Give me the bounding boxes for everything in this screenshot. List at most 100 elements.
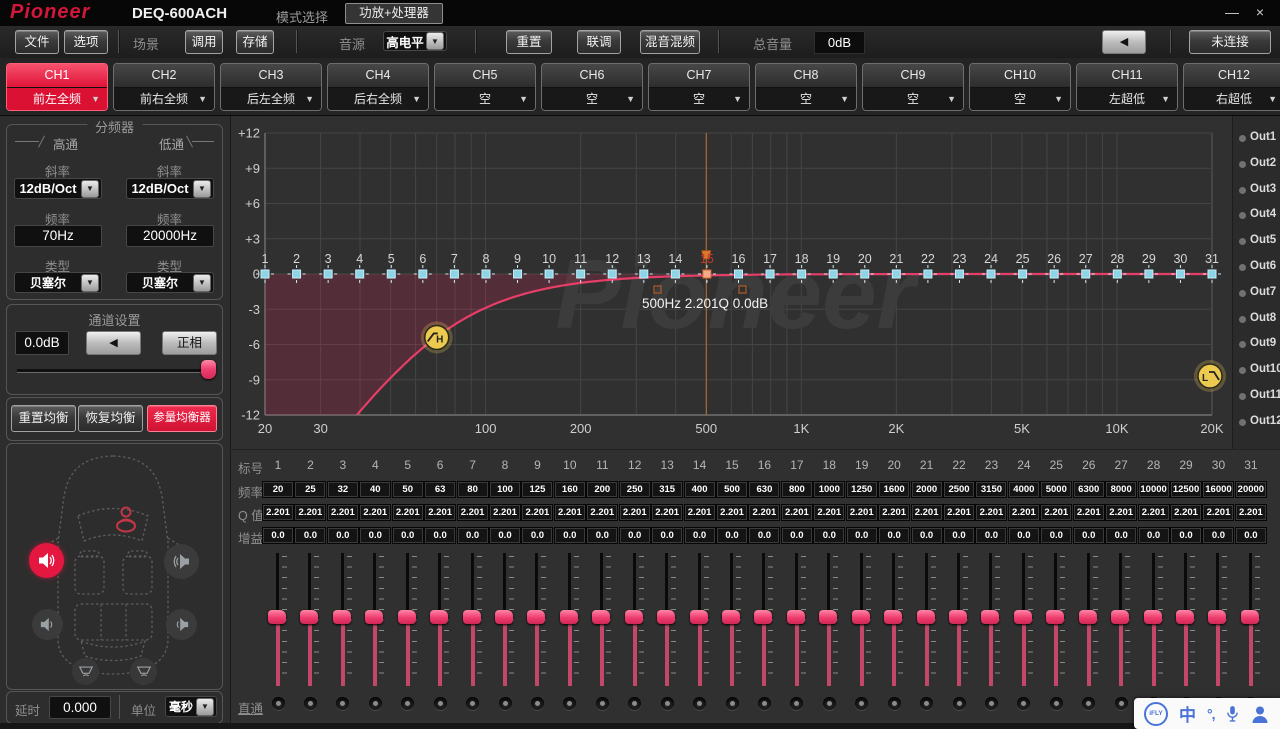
band-30-freq-value[interactable]: 16000 [1202, 481, 1235, 498]
band-25-bypass-toggle[interactable] [1049, 697, 1063, 710]
band-1-bypass-toggle[interactable] [271, 697, 285, 710]
band-18-freq-value[interactable]: 1000 [813, 481, 846, 498]
band-7-gain-value[interactable]: 0.0 [456, 527, 489, 544]
fader-knob[interactable] [1240, 610, 1259, 624]
band-11-freq-value[interactable]: 200 [586, 481, 619, 498]
band-18-gain-value[interactable]: 0.0 [813, 527, 846, 544]
band-27-gain-value[interactable]: 0.0 [1105, 527, 1138, 544]
microphone-icon[interactable] [1226, 705, 1239, 723]
band-12-q-value[interactable]: 2.201 [618, 504, 651, 521]
fader-knob[interactable] [981, 610, 1000, 624]
band-13-freq-value[interactable]: 315 [651, 481, 684, 498]
channel-tab-ch4[interactable]: CH4 后右全频 ▼ [327, 63, 429, 111]
band-30-gain-value[interactable]: 0.0 [1202, 527, 1235, 544]
band-8-fader[interactable] [493, 553, 517, 686]
band-5-bypass-toggle[interactable] [401, 697, 415, 710]
channel-tab-ch2[interactable]: CH2 前右全频 ▼ [113, 63, 215, 111]
band-9-fader[interactable] [525, 553, 549, 686]
band-17-fader[interactable] [785, 553, 809, 686]
band-3-freq-value[interactable]: 32 [326, 481, 359, 498]
band-15-q-value[interactable]: 2.201 [716, 504, 749, 521]
band-28-gain-value[interactable]: 0.0 [1137, 527, 1170, 544]
band-11-q-value[interactable]: 2.201 [586, 504, 619, 521]
hp-slope-dropdown[interactable]: 12dB/Oct ▼ [14, 178, 102, 199]
band-30-q-value[interactable]: 2.201 [1202, 504, 1235, 521]
band-25-fader[interactable] [1044, 553, 1068, 686]
band-26-bypass-toggle[interactable] [1082, 697, 1096, 710]
band-8-freq-value[interactable]: 100 [489, 481, 521, 498]
band-31-freq-value[interactable]: 20000 [1234, 481, 1267, 498]
band-11-fader[interactable] [590, 553, 614, 686]
band-12-bypass-toggle[interactable] [628, 697, 642, 710]
fader-knob[interactable] [332, 610, 351, 624]
band-19-bypass-toggle[interactable] [855, 697, 869, 710]
band-20-freq-value[interactable]: 1600 [878, 481, 911, 498]
fader-knob[interactable] [949, 610, 968, 624]
link-tune-button[interactable]: 联调 [577, 30, 621, 54]
channel-tab-ch8[interactable]: CH8 空 ▼ [755, 63, 857, 111]
fader-knob[interactable] [657, 610, 676, 624]
fader-knob[interactable] [722, 610, 741, 624]
band-12-gain-value[interactable]: 0.0 [618, 527, 651, 544]
band-6-bypass-toggle[interactable] [433, 697, 447, 710]
band-5-fader[interactable] [396, 553, 420, 686]
eq-response-graph[interactable]: Pioneer1 2 3 4 5 6 7 8 9 10 11 12 13 14 15 16 17 18 19 20 21… [230, 116, 1232, 449]
subwoofer-right-button[interactable] [130, 658, 157, 685]
fader-knob[interactable] [1176, 610, 1195, 624]
ime-punctuation-toggle[interactable]: °, [1207, 706, 1215, 722]
band-21-gain-value[interactable]: 0.0 [910, 527, 943, 544]
lowpass-handle[interactable]: L [1194, 360, 1226, 392]
eq-band-point-17[interactable] [765, 269, 775, 279]
eq-band-point-12[interactable] [607, 269, 617, 279]
band-19-gain-value[interactable]: 0.0 [845, 527, 878, 544]
band-16-freq-value[interactable]: 630 [748, 481, 781, 498]
phase-button[interactable]: 正相 [162, 331, 217, 355]
band-22-gain-value[interactable]: 0.0 [943, 527, 976, 544]
eq-band-point-23[interactable] [954, 269, 964, 279]
connect-button[interactable]: 未连接 [1189, 30, 1271, 54]
fader-knob[interactable] [754, 610, 773, 624]
band-1-gain-value[interactable]: 0.0 [262, 527, 294, 544]
band-19-freq-value[interactable]: 1250 [845, 481, 878, 498]
band-29-q-value[interactable]: 2.201 [1170, 504, 1203, 521]
band-16-q-value[interactable]: 2.201 [748, 504, 781, 521]
eq-band-point-2[interactable] [292, 269, 302, 279]
band-14-freq-value[interactable]: 400 [683, 481, 716, 498]
band-21-q-value[interactable]: 2.201 [910, 504, 943, 521]
close-icon[interactable]: × [1250, 4, 1270, 20]
band-13-fader[interactable] [655, 553, 679, 686]
channel-role-dropdown[interactable]: 后左全频 ▼ [221, 88, 321, 110]
band-24-q-value[interactable]: 2.201 [1007, 504, 1040, 521]
channel-level-knob[interactable] [201, 360, 216, 379]
band-9-freq-value[interactable]: 125 [521, 481, 554, 498]
fader-knob[interactable] [1013, 610, 1032, 624]
chevron-down-icon[interactable]: ▼ [81, 179, 99, 198]
band-1-fader[interactable] [266, 553, 290, 686]
band-26-gain-value[interactable]: 0.0 [1072, 527, 1105, 544]
band-5-freq-value[interactable]: 50 [391, 481, 424, 498]
fader-knob[interactable] [624, 610, 643, 624]
fader-knob[interactable] [559, 610, 578, 624]
channel-role-dropdown[interactable]: 后右全频 ▼ [328, 88, 428, 110]
source-dropdown[interactable]: 高电平 ▼ [383, 31, 447, 51]
band-3-q-value[interactable]: 2.201 [326, 504, 359, 521]
eq-band-point-18[interactable] [797, 269, 807, 279]
band-6-gain-value[interactable]: 0.0 [424, 527, 457, 544]
band-22-fader[interactable] [947, 553, 971, 686]
band-21-fader[interactable] [915, 553, 939, 686]
eq-band-point-15[interactable] [702, 269, 712, 279]
eq-band-point-3[interactable] [323, 269, 333, 279]
band-7-q-value[interactable]: 2.201 [456, 504, 489, 521]
eq-band-point-14[interactable] [670, 269, 680, 279]
channel-role-dropdown[interactable]: 空 ▼ [649, 88, 749, 110]
file-button[interactable]: 文件 [15, 30, 59, 54]
fader-knob[interactable] [462, 610, 481, 624]
eq-band-point-22[interactable] [923, 269, 933, 279]
band-9-bypass-toggle[interactable] [530, 697, 544, 710]
channel-tab-ch6[interactable]: CH6 空 ▼ [541, 63, 643, 111]
band-8-bypass-toggle[interactable] [498, 697, 512, 710]
band-20-bypass-toggle[interactable] [887, 697, 901, 710]
band-28-q-value[interactable]: 2.201 [1137, 504, 1170, 521]
eq-band-point-10[interactable] [544, 269, 554, 279]
eq-band-point-29[interactable] [1144, 269, 1154, 279]
